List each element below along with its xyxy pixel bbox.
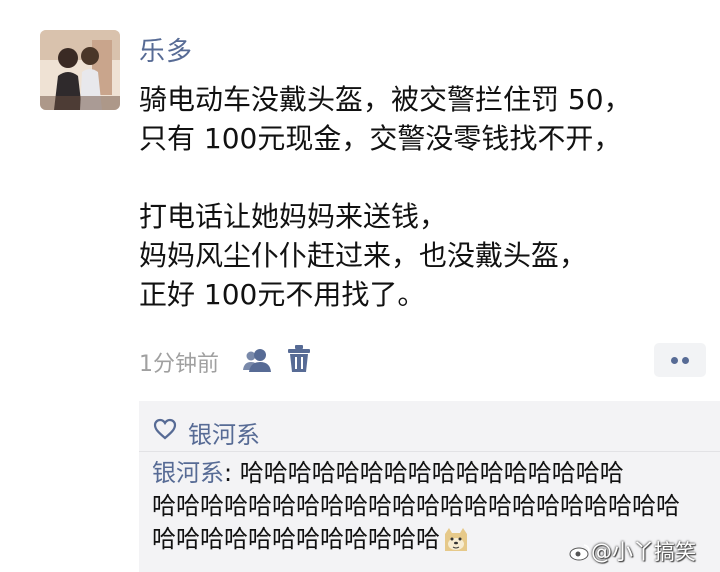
post-username[interactable]: 乐多 [139, 31, 193, 68]
watermark: @小丫搞笑 [569, 536, 696, 566]
trash-icon[interactable] [288, 345, 310, 373]
more-icon [671, 357, 678, 364]
doge-emoji-icon [445, 528, 467, 551]
more-button[interactable] [654, 343, 706, 377]
like-username[interactable]: 银河系 [188, 415, 260, 450]
more-icon [682, 357, 689, 364]
post-line: 正好 100元不用找了。 [139, 278, 426, 311]
post-line-blank [139, 158, 709, 197]
post-line: 打电话让她妈妈来送钱， [139, 200, 448, 233]
post-line: 骑电动车没戴头盔，被交警拦住罚 50， [139, 83, 632, 116]
post-timestamp: 1分钟前 [139, 352, 219, 377]
comment-line: 银河系: 哈哈哈哈哈哈哈哈哈哈哈哈哈哈哈哈 [152, 457, 720, 490]
avatar-image [40, 30, 120, 110]
heart-icon [153, 418, 177, 440]
watermark-text: @小丫搞笑 [591, 540, 696, 564]
comment-text: 哈哈哈哈哈哈哈哈哈哈哈哈 [152, 525, 440, 553]
post-line: 妈妈风尘仆仆赶过来，也没戴头盔， [139, 239, 588, 272]
comment-text: 哈哈哈哈哈哈哈哈哈哈哈哈哈哈哈哈 [239, 459, 624, 487]
weibo-icon [569, 544, 590, 561]
comment-line: 哈哈哈哈哈哈哈哈哈哈哈哈哈哈哈哈哈哈哈哈哈哈 [152, 492, 680, 520]
contacts-icon[interactable] [243, 347, 271, 373]
comment-author[interactable]: 银河系 [152, 459, 224, 487]
post-content: 骑电动车没戴头盔，被交警拦住罚 50， 只有 100元现金，交警没零钱找不开， … [139, 80, 709, 314]
post-line: 只有 100元现金，交警没零钱找不开， [139, 122, 622, 155]
avatar[interactable] [40, 30, 120, 110]
comment-separator: : [224, 459, 240, 487]
divider [139, 451, 720, 452]
